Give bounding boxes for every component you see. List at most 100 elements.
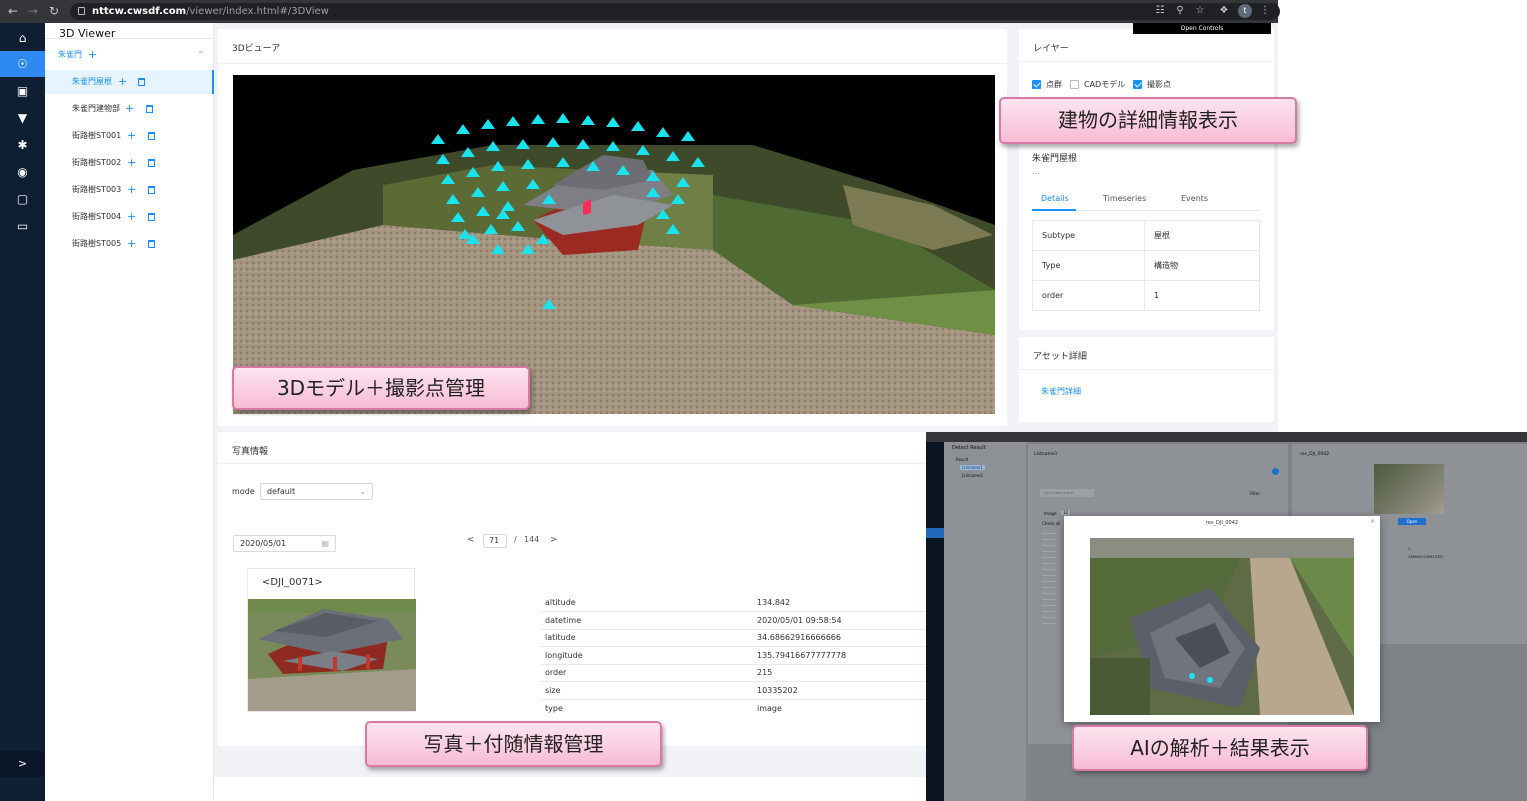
table-row: Type 構造物 [1032,250,1260,281]
mode-select[interactable]: default ⌄ [260,483,373,500]
checkbox-label: 撮影点 [1147,80,1171,89]
trash-icon[interactable] [148,132,155,140]
callout-building-detail: 建物の詳細情報表示 [999,97,1297,144]
trash-icon[interactable] [148,186,155,194]
trash-icon[interactable] [148,240,155,248]
table-row: latitude 34.68662916666666 [541,629,926,647]
star-icon[interactable]: ☆ [1193,4,1207,18]
inset-sidebar [926,442,944,801]
inset-search: Input search text [1040,489,1094,497]
table-key: Type [1032,250,1145,281]
lock-icon [78,7,85,15]
divider [1019,369,1274,370]
asset-card: アセット詳細 朱雀門詳細 [1019,337,1274,422]
image-icon[interactable]: ▣ [0,78,45,104]
3d-viewer-canvas[interactable] [233,75,995,414]
inset-modal: res_DJI_0042 × [1064,516,1380,722]
tree-item[interactable]: 朱雀門建物部 + [45,97,214,121]
pin-icon[interactable]: ▼ [0,105,45,131]
table-value: 構造物 [1144,250,1260,281]
photo-card-item[interactable]: <DJI_0071> [247,568,416,712]
close-icon: × [1369,518,1375,525]
inset-modal-title: res_DJI_0042 [1205,520,1239,526]
tree-item-label: 朱雀門屋根 [72,77,112,86]
tree-item-label: 街路樹ST001 [72,131,122,140]
zoom-icon[interactable]: ⚲ [1173,4,1187,18]
add-icon[interactable]: + [88,43,97,67]
forward-arrow-icon[interactable]: → [25,3,41,19]
reload-icon[interactable]: ↻ [46,3,62,19]
meta-key: altitude [541,594,757,612]
inset-check-all: Check all [1042,521,1061,526]
inset-image-label: Image [1044,511,1057,516]
network-icon[interactable]: ✱ [0,132,45,158]
user-icon[interactable]: ☉ [0,51,45,77]
meta-value: 215 [757,664,926,682]
point-cloud-checkbox[interactable] [1032,80,1041,89]
trash-icon[interactable] [148,213,155,221]
shooting-point-checkbox[interactable] [1133,80,1142,89]
search-box-icon[interactable]: ▢ [0,186,45,212]
tree-item[interactable]: 街路樹ST004 + [45,205,214,229]
tab-timeseries[interactable]: Timeseries [1103,194,1146,203]
inset-filter: Filter [1250,491,1260,496]
profile-avatar[interactable]: t [1238,4,1252,18]
cad-model-checkbox[interactable] [1070,80,1079,89]
drone-photo[interactable] [248,599,416,711]
tree-item[interactable]: 街路樹ST003 + [45,178,214,202]
inset-side-value: 1589052239813327 [1408,555,1444,559]
inset-tree-item: Listname2 [962,473,983,478]
trash-icon[interactable] [146,105,153,113]
inbox-icon[interactable]: ▭ [0,213,45,239]
home-icon[interactable]: ⌂ [0,25,45,51]
tree-item[interactable]: 街路樹ST001 + [45,124,214,148]
asset-title: アセット詳細 [1033,352,1087,362]
trash-icon[interactable] [138,78,145,86]
expand-sidebar-button[interactable]: > [0,751,45,777]
inset-image-count: 12 [1061,510,1071,515]
add-icon[interactable]: + [127,178,136,202]
back-arrow-icon[interactable]: ← [5,3,21,19]
browser-toolbar: ← → ↻ nttcw.cwsdf.com/viewer/index.html#… [0,0,1280,23]
add-icon[interactable]: + [127,232,136,256]
chevron-up-icon[interactable]: ⌃ [197,43,204,67]
table-row: Subtype 屋根 [1032,220,1260,251]
add-icon[interactable]: + [127,205,136,229]
tree-item[interactable]: 街路樹ST005 + [45,232,214,256]
next-page-button[interactable]: > [550,535,558,545]
tab-details[interactable]: Details [1041,194,1069,203]
address-bar[interactable]: nttcw.cwsdf.com/viewer/index.html#/3DVie… [70,3,1280,20]
add-icon[interactable]: + [118,70,127,94]
page-separator: / [514,535,517,544]
asset-detail-link[interactable]: 朱雀門詳細 [1041,386,1081,397]
calendar-icon: ▦ [321,539,329,548]
tree-item-label: 街路樹ST003 [72,185,122,194]
add-icon[interactable]: + [127,124,136,148]
add-icon[interactable]: + [125,97,134,121]
prev-page-button[interactable]: < [467,535,475,545]
kebab-menu-icon[interactable]: ⋮ [1258,4,1272,18]
trash-icon[interactable] [148,159,155,167]
extensions-icon[interactable]: ❖ [1217,4,1231,18]
page-input[interactable]: 71 [483,534,507,548]
inset-open-button: Open [1398,518,1426,525]
icon-sidebar: ⌂ ☉ ▣ ▼ ✱ ◉ ▢ ▭ > [0,23,45,801]
tree-item[interactable]: 朱雀門屋根 + [45,70,214,94]
inset-tree-panel: Detect Result Result Listname1 Listname2 [944,442,1026,801]
callout-3d-model: 3Dモデル＋撮影点管理 [232,366,530,410]
meta-value: image [757,703,782,713]
add-icon[interactable]: + [127,151,136,175]
translate-icon[interactable]: ☷ [1153,4,1167,18]
inset-modal-photo [1090,538,1354,715]
divider [1019,61,1274,62]
tab-ink-bar [1032,209,1076,211]
open-controls-button[interactable]: Open Controls [1133,23,1271,34]
date-picker[interactable]: 2020/05/01 ▦ [233,535,336,552]
table-row: size 10335202 [541,681,926,700]
table-row: longitude 135.79416677777778 [541,646,926,665]
tree-root[interactable]: 朱雀門 + ⌃ [45,43,214,67]
tab-events[interactable]: Events [1181,194,1208,203]
point-cloud-scene[interactable] [233,75,995,414]
tree-item[interactable]: 街路樹ST002 + [45,151,214,175]
location-icon[interactable]: ◉ [0,159,45,185]
